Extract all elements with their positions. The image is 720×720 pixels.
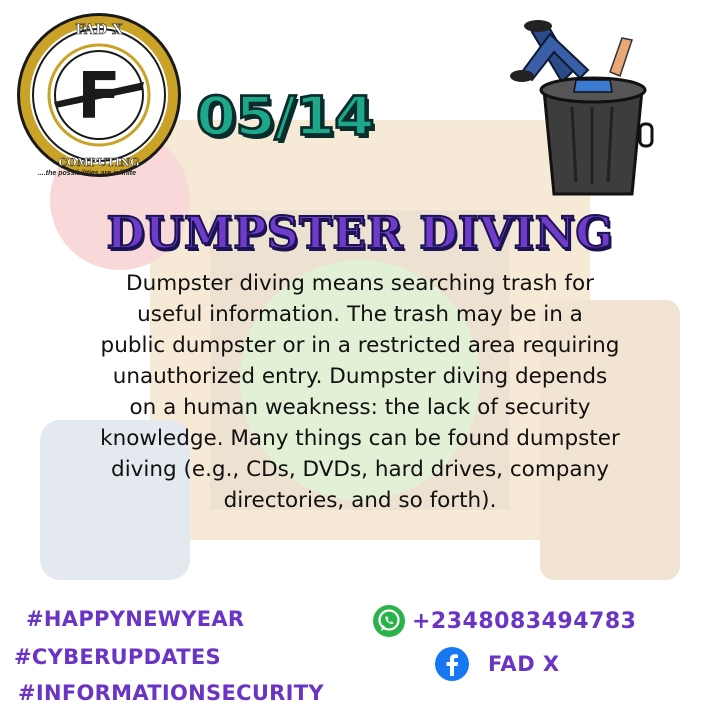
facebook-page-name: FAD X (488, 652, 560, 676)
logo-bottom-text: COMPUTING (58, 156, 139, 169)
description-line: directories, and so forth). (223, 488, 497, 513)
description-line: public dumpster or in a restricted area … (100, 333, 620, 358)
hashtag-informationsecurity: #INFORMATIONSECURITY (18, 681, 324, 705)
description-line: unauthorized entry. Dumpster diving depe… (112, 364, 608, 389)
description-line: useful information. The trash may be in … (137, 302, 583, 327)
dumpster-diver-illustration (510, 20, 654, 196)
description-text: Dumpster diving means searching trash fo… (40, 268, 680, 516)
description-line: diving (e.g., CDs, DVDs, hard drives, co… (111, 457, 609, 482)
description-line: Dumpster diving means searching trash fo… (126, 271, 594, 296)
page-title: DUMPSTER DIVING (105, 207, 614, 260)
hashtag-happynewyear: #HAPPYNEWYEAR (26, 607, 245, 631)
facebook-icon (435, 647, 469, 681)
logo-top-text: FAD X (75, 22, 123, 38)
phone-number: +2348083494783 (412, 608, 637, 634)
fadx-computing-logo: FAD X F COMPUTING (17, 13, 181, 177)
description-line: on a human weakness: the lack of securit… (129, 395, 591, 420)
date-label: 05/14 (195, 83, 377, 148)
logo-tagline: ....the possibilities are infinite (38, 170, 137, 177)
facebook-contact[interactable]: FAD X (434, 646, 560, 682)
whatsapp-contact[interactable]: +2348083494783 (372, 604, 636, 638)
whatsapp-icon (373, 605, 405, 637)
hashtag-cyberupdates: #CYBERUPDATES (14, 645, 221, 669)
description-line: knowledge. Many things can be found dump… (100, 426, 620, 451)
